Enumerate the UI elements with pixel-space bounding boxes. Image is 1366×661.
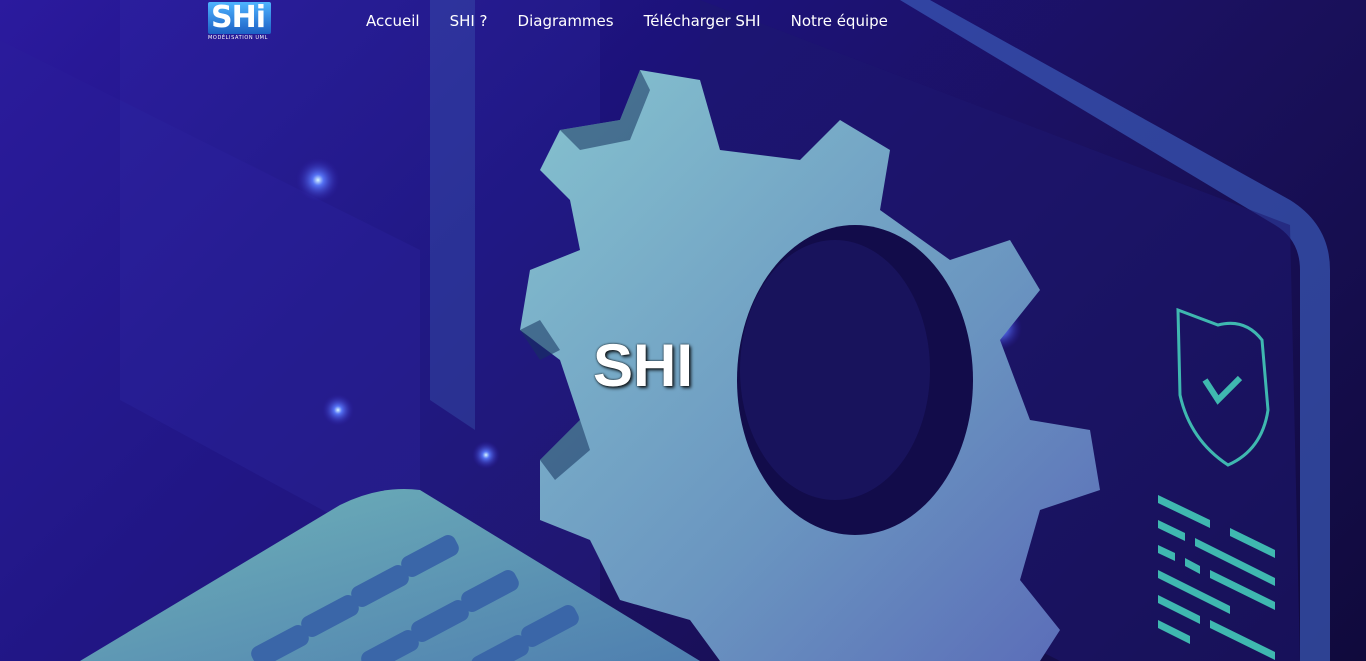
hero-title: SHI xyxy=(592,332,694,400)
nav-item-equipe[interactable]: Notre équipe xyxy=(791,11,888,31)
nav-item-diagrammes[interactable]: Diagrammes xyxy=(518,11,614,31)
nav-item-shi[interactable]: SHI ? xyxy=(450,11,488,31)
site-logo[interactable]: SHi MODÉLISATION UML xyxy=(208,2,282,42)
logo-text: SHi xyxy=(208,2,271,34)
page: SHi MODÉLISATION UML Accueil SHI ? Diagr… xyxy=(0,0,1366,661)
main-nav: Accueil SHI ? Diagrammes Télécharger SHI… xyxy=(366,11,888,31)
nav-item-telecharger[interactable]: Télécharger SHI xyxy=(644,11,761,31)
logo-subtitle: MODÉLISATION UML xyxy=(208,35,268,41)
nav-item-accueil[interactable]: Accueil xyxy=(366,11,420,31)
site-header: SHi MODÉLISATION UML Accueil SHI ? Diagr… xyxy=(0,0,1366,44)
